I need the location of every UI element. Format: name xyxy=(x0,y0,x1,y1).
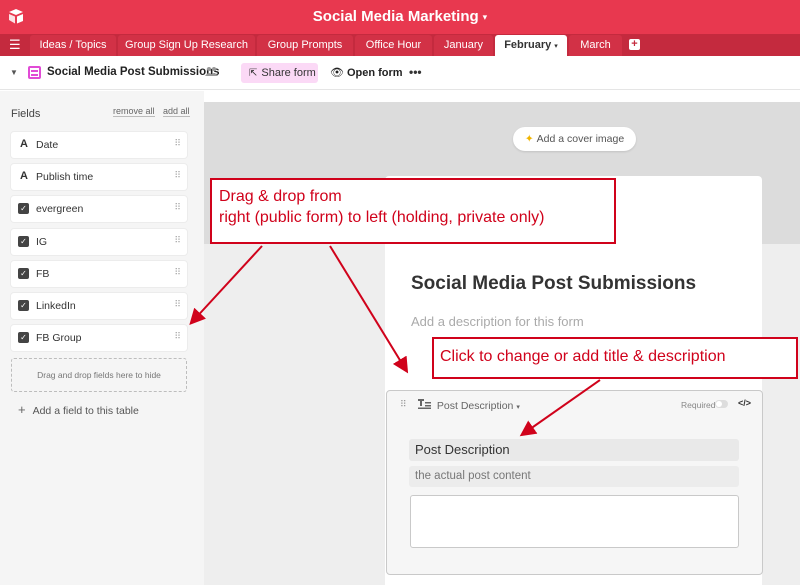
share-form-button[interactable]: ⇱ Share form xyxy=(241,63,318,83)
share-form-label: Share form xyxy=(261,67,316,79)
drag-handle-icon[interactable]: ⠿ xyxy=(174,267,181,278)
tab-march[interactable]: March xyxy=(569,35,622,56)
tab-january[interactable]: January xyxy=(434,35,493,56)
remove-all-button[interactable]: remove all xyxy=(113,106,155,117)
tab-office-hour[interactable]: Office Hour xyxy=(355,35,432,56)
callout-text: Click to change or add title & descripti… xyxy=(440,348,726,365)
top-bar: Social Media Marketing ▾ xyxy=(0,0,800,34)
collaborators-icon[interactable] xyxy=(205,66,218,79)
form-title[interactable]: Social Media Post Submissions xyxy=(411,273,696,295)
text-field-icon: A xyxy=(20,138,28,150)
annotation-callout-edit-title: Click to change or add title & descripti… xyxy=(432,337,798,379)
tab-label: Group Sign Up Research xyxy=(125,39,248,51)
sparkle-icon: ✦ xyxy=(524,133,534,145)
tab-february[interactable]: February ▾ xyxy=(495,35,567,56)
field-item-fb[interactable]: ✓ FB ⠿ xyxy=(11,261,187,287)
field-label: FB xyxy=(36,268,50,280)
field-type-label: Post Description xyxy=(436,400,514,412)
tab-label: Ideas / Topics xyxy=(39,39,107,51)
drag-handle-icon[interactable]: ⠿ xyxy=(174,331,181,342)
checkbox-field-icon: ✓ xyxy=(18,300,29,311)
add-field-button[interactable]: + Add a field to this table xyxy=(18,402,139,417)
long-text-field-icon xyxy=(418,399,434,412)
field-answer-textarea[interactable] xyxy=(410,495,739,548)
field-label: evergreen xyxy=(36,203,84,215)
share-icon: ⇱ xyxy=(249,68,258,79)
add-table-icon[interactable]: + xyxy=(629,39,640,50)
tab-group-prompts[interactable]: Group Prompts xyxy=(257,35,353,56)
field-label: FB Group xyxy=(36,332,82,344)
field-item-fb-group[interactable]: ✓ FB Group ⠿ xyxy=(11,325,187,351)
field-item-linkedin[interactable]: ✓ LinkedIn ⠿ xyxy=(11,293,187,319)
tab-label: Group Prompts xyxy=(267,39,343,51)
chevron-down-icon: ▾ xyxy=(554,43,558,50)
form-description-input[interactable]: Add a description for this form xyxy=(411,314,584,329)
callout-line-1: Drag & drop from xyxy=(219,188,342,205)
text-field-icon: A xyxy=(20,170,28,182)
add-all-button[interactable]: add all xyxy=(163,106,190,117)
tab-label: February xyxy=(504,39,552,51)
base-title-text: Social Media Marketing xyxy=(312,8,479,25)
table-tab-bar: ☰ Ideas / Topics Group Sign Up Research … xyxy=(0,34,800,56)
field-item-date[interactable]: A Date ⠿ xyxy=(11,132,187,158)
required-toggle[interactable] xyxy=(715,400,728,408)
drag-handle-icon[interactable]: ⠿ xyxy=(174,202,181,213)
checkbox-field-icon: ✓ xyxy=(18,203,29,214)
plus-icon: + xyxy=(18,402,26,417)
field-item-ig[interactable]: ✓ IG ⠿ xyxy=(11,229,187,255)
add-cover-image-label: Add a cover image xyxy=(536,133,625,145)
hide-fields-drop-zone[interactable]: Drag and drop fields here to hide xyxy=(11,358,187,392)
view-bar: ▼ Social Media Post Submissions ⇱ Share f… xyxy=(0,56,800,90)
open-form-label: Open form xyxy=(346,67,403,79)
field-item-evergreen[interactable]: ✓ evergreen ⠿ xyxy=(11,196,187,222)
field-label: IG xyxy=(36,236,48,248)
checkbox-field-icon: ✓ xyxy=(18,332,29,343)
chevron-down-icon: ▾ xyxy=(516,404,520,411)
drag-handle-icon[interactable]: ⠿ xyxy=(400,399,407,410)
field-type-selector[interactable]: Post Description ▾ xyxy=(418,399,520,412)
annotation-callout-drag-drop: Drag & drop from right (public form) to … xyxy=(210,178,616,244)
drag-handle-icon[interactable]: ⠿ xyxy=(174,299,181,310)
field-label: LinkedIn xyxy=(36,300,76,312)
tab-label: Office Hour xyxy=(365,39,422,51)
open-form-button[interactable]: 👁 Open form xyxy=(330,63,403,83)
view-switcher-caret-icon[interactable]: ▼ xyxy=(10,68,18,77)
field-help-text-input[interactable]: the actual post content xyxy=(409,466,739,487)
tab-group-sign-up-research[interactable]: Group Sign Up Research xyxy=(118,35,255,56)
form-view-icon xyxy=(28,66,41,79)
field-item-publish-time[interactable]: A Publish time ⠿ xyxy=(11,164,187,190)
field-label: Date xyxy=(36,139,59,151)
checkbox-field-icon: ✓ xyxy=(18,268,29,279)
callout-line-2: right (public form) to left (holding, pr… xyxy=(219,209,545,226)
eye-icon: 👁 xyxy=(330,67,344,79)
base-title[interactable]: Social Media Marketing ▾ xyxy=(0,8,800,25)
more-options-button[interactable]: ••• xyxy=(409,63,422,81)
add-cover-image-button[interactable]: ✦ Add a cover image xyxy=(513,127,636,151)
add-field-label: Add a field to this table xyxy=(32,405,139,417)
fields-heading: Fields xyxy=(11,108,41,120)
required-label: Required xyxy=(681,400,716,410)
chevron-down-icon: ▾ xyxy=(482,11,488,22)
drag-handle-icon[interactable]: ⠿ xyxy=(174,235,181,246)
drag-handle-icon[interactable]: ⠿ xyxy=(174,170,181,181)
checkbox-field-icon: ✓ xyxy=(18,236,29,247)
code-embed-icon[interactable]: </> xyxy=(738,398,751,408)
tab-ideas-topics[interactable]: Ideas / Topics xyxy=(30,35,116,56)
tab-label: March xyxy=(580,39,611,51)
drag-handle-icon[interactable]: ⠿ xyxy=(174,138,181,149)
view-name[interactable]: Social Media Post Submissions xyxy=(47,66,220,78)
hamburger-menu-icon[interactable]: ☰ xyxy=(9,38,21,52)
field-label: Publish time xyxy=(36,171,94,183)
tab-label: January xyxy=(443,39,484,51)
fields-sidebar: Fields remove all add all A Date ⠿ A Pub… xyxy=(0,91,204,585)
field-label-input[interactable]: Post Description xyxy=(409,439,739,461)
